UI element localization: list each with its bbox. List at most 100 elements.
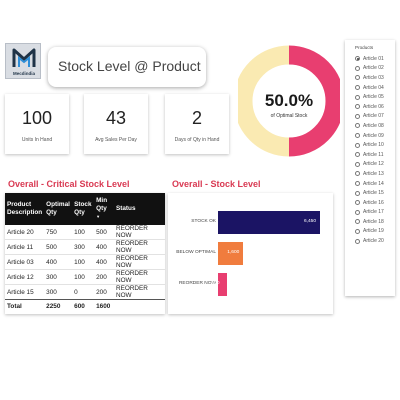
min-qty-label: Min Qty — [96, 197, 108, 212]
kpi-value: 2 — [191, 108, 202, 128]
table-row[interactable]: Article 03 400 100 400 REORDER NOW — [5, 255, 165, 270]
radio-button-icon[interactable] — [355, 65, 360, 71]
slicer-item[interactable]: Article 11 — [355, 150, 384, 160]
radio-button-icon[interactable] — [355, 152, 360, 158]
slicer-item[interactable]: Article 15 — [355, 188, 384, 198]
radio-button-icon[interactable] — [355, 238, 360, 244]
slicer-item[interactable]: Article 03 — [355, 73, 384, 83]
kpi-value: 100 — [21, 108, 53, 128]
radio-button-icon[interactable] — [355, 228, 360, 234]
radio-button-icon[interactable] — [355, 123, 360, 129]
slicer-item[interactable]: Article 14 — [355, 179, 384, 189]
bar-category-label: BELOW OPTIMAL — [176, 250, 216, 255]
table-cell: REORDER NOW — [115, 285, 148, 299]
slicer-item-label: Article 09 — [363, 132, 384, 139]
slicer-item-label: Article 04 — [363, 84, 384, 91]
table-cell: 500 — [96, 228, 107, 236]
bar-category-label: REORDER NOW — [178, 281, 216, 286]
critical-stock-table: Product Description Optimal Qty Stock Qt… — [5, 193, 165, 314]
kpi-label: Days of Qty in Hand — [174, 137, 220, 143]
radio-button-icon[interactable] — [355, 113, 360, 119]
logo-text: Mecdindia — [12, 71, 35, 76]
slicer-list: Article 01 Article 02 Article 03 Article 04… — [355, 54, 384, 246]
table-header-row: Product Description Optimal Qty Stock Qt… — [5, 193, 165, 225]
radio-button-icon[interactable] — [355, 104, 360, 110]
column-header-min-qty[interactable]: Min Qty ▼ — [94, 193, 114, 225]
radio-button-icon[interactable] — [355, 190, 360, 196]
table-total-row: Total 2250 600 1600 — [5, 299, 165, 314]
page-title: Stock Level @ Product — [58, 58, 201, 74]
slicer-item[interactable]: Article 17 — [355, 208, 384, 218]
table-row[interactable]: Article 20 750 100 500 REORDER NOW — [5, 225, 165, 240]
slicer-item[interactable]: Article 12 — [355, 160, 384, 170]
radio-button-icon[interactable] — [355, 94, 360, 100]
table-cell: REORDER NOW — [115, 270, 148, 284]
column-header-status[interactable]: Status — [114, 193, 165, 225]
slicer-item-label: Article 03 — [363, 74, 384, 81]
radio-button-icon[interactable] — [355, 171, 360, 177]
radio-button-icon[interactable] — [355, 85, 360, 91]
total-status — [113, 299, 165, 314]
slicer-item[interactable]: Article 04 — [355, 83, 384, 93]
table-cell: REORDER NOW — [115, 255, 148, 269]
radio-button-icon[interactable] — [355, 161, 360, 167]
slicer-item[interactable]: Article 02 — [355, 64, 384, 74]
radio-button-icon[interactable] — [355, 56, 360, 62]
radio-button-icon[interactable] — [355, 200, 360, 206]
radio-button-icon[interactable] — [355, 219, 360, 225]
slicer-item[interactable]: Article 08 — [355, 121, 384, 131]
slicer-item[interactable]: Article 06 — [355, 102, 384, 112]
slicer-item[interactable]: Article 19 — [355, 227, 384, 237]
table-row[interactable]: Article 11 500 300 400 REORDER NOW — [5, 240, 165, 255]
slicer-item[interactable]: Article 16 — [355, 198, 384, 208]
table-cell: Article 12 — [7, 273, 34, 281]
bar-value-label: 600 — [211, 281, 220, 286]
table-cell: 300 — [74, 243, 85, 251]
radio-button-icon[interactable] — [355, 209, 360, 215]
column-header-product[interactable]: Product Description — [5, 193, 44, 225]
slicer-item-label: Article 07 — [363, 113, 384, 120]
slicer-item-label: Article 02 — [363, 65, 384, 72]
slicer-item-label: Article 01 — [363, 55, 384, 62]
slicer-item-label: Article 20 — [363, 238, 384, 245]
radio-button-icon[interactable] — [355, 181, 360, 187]
table-cell: 500 — [46, 243, 57, 251]
optimal-stock-donut: 50.0% of Optimal Stock — [233, 38, 345, 164]
slicer-title: Products — [355, 45, 374, 50]
slicer-item[interactable]: Article 13 — [355, 169, 384, 179]
column-header-stock-qty[interactable]: Stock Qty — [72, 193, 94, 225]
slicer-item[interactable]: Article 18 — [355, 217, 384, 227]
slicer-item-label: Article 14 — [363, 180, 384, 187]
slicer-item[interactable]: Article 05 — [355, 92, 384, 102]
bar-value-label: 6,450 — [304, 219, 317, 224]
slicer-item[interactable]: Article 20 — [355, 236, 384, 246]
stock-level-title: Overall - Stock Level — [172, 179, 261, 189]
slicer-item-label: Article 17 — [363, 209, 384, 216]
column-header-optimal-qty[interactable]: Optimal Qty — [44, 193, 72, 225]
sort-descending-icon[interactable]: ▼ — [96, 213, 112, 221]
radio-button-icon[interactable] — [355, 133, 360, 139]
radio-button-icon[interactable] — [355, 142, 360, 148]
slicer-item-label: Article 16 — [363, 199, 384, 206]
slicer-item[interactable]: Article 09 — [355, 131, 384, 141]
critical-stock-table-card: Product Description Optimal Qty Stock Qt… — [5, 193, 165, 314]
table-cell: Article 20 — [7, 228, 34, 236]
table-cell: 200 — [96, 288, 107, 296]
slicer-item-label: Article 12 — [363, 161, 384, 168]
slicer-item-label: Article 06 — [363, 103, 384, 110]
bar-value-label: 1,600 — [227, 250, 240, 255]
donut-percent: 50.0% — [264, 91, 314, 110]
table-cell: 200 — [96, 273, 107, 281]
slicer-item-label: Article 08 — [363, 122, 384, 129]
table-cell: 300 — [46, 288, 57, 296]
slicer-item[interactable]: Article 07 — [355, 112, 384, 122]
table-cell: 100 — [74, 273, 85, 281]
table-row[interactable]: Article 12 300 100 200 REORDER NOW — [5, 270, 165, 285]
table-row[interactable]: Article 15 300 0 200 REORDER NOW — [5, 285, 165, 300]
table-cell: 400 — [96, 243, 107, 251]
slicer-item[interactable]: Article 01 — [355, 54, 384, 64]
slicer-item[interactable]: Article 10 — [355, 140, 384, 150]
radio-button-icon[interactable] — [355, 75, 360, 81]
kpi-avg-sales: 43 Avg Sales Per Day — [84, 94, 148, 154]
table-cell: REORDER NOW — [115, 240, 148, 254]
